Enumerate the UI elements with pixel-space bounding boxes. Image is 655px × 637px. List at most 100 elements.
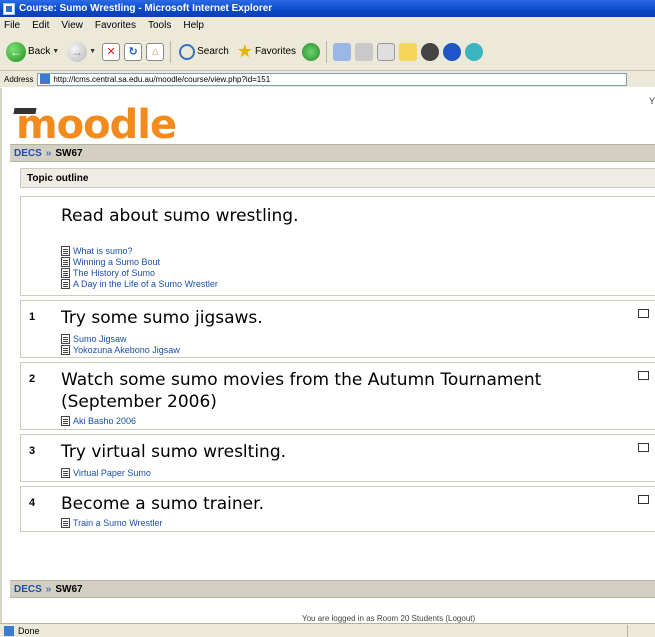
status-text: Done (18, 625, 40, 636)
menu-favorites[interactable]: Favorites (95, 20, 136, 31)
resource-label: A Day in the Life of a Sumo Wrestler (73, 278, 218, 289)
resource-label: Virtual Paper Sumo (73, 467, 151, 478)
resource-link[interactable]: Train a Sumo Wrestler (61, 517, 163, 528)
section-summary: Try some sumo jigsaws. (61, 308, 263, 328)
menu-file[interactable]: File (4, 20, 20, 31)
movie-icon (61, 415, 70, 426)
resource-label: Sumo Jigsaw (73, 333, 127, 344)
logged-in-info: You are logged in as Room 20 Students (L… (302, 614, 476, 623)
favorites-button[interactable]: ★ Favorites (235, 39, 298, 65)
toolbar-separator (326, 40, 328, 63)
breadcrumb-root-link[interactable]: DECS (14, 148, 42, 159)
address-label: Address (4, 74, 34, 84)
topic-outline-header: Topic outline (20, 168, 655, 188)
resource-label: Yokozuna Akebono Jigsaw (73, 344, 180, 355)
search-button[interactable]: Search (177, 39, 231, 65)
section-summary: Read about sumo wrestling. (61, 206, 299, 226)
highlight-checkbox[interactable] (638, 443, 649, 452)
topic-section-1: 1 Try some sumo jigsaws. Sumo Jigsaw Yok… (20, 300, 655, 358)
resource-link[interactable]: What is sumo? (61, 245, 133, 256)
breadcrumb-current: SW67 (55, 583, 83, 595)
breadcrumb: DECS » SW67 (10, 144, 655, 162)
browser-toolbar: ← Back ▼ → ▼ ✕ ↻ ⌂ Search ★ Favorites (0, 33, 655, 71)
search-icon (179, 43, 196, 60)
back-button[interactable]: ← Back ▼ (4, 39, 61, 65)
section-number: 2 (29, 373, 36, 385)
breadcrumb-separator: » (45, 583, 52, 595)
status-bar: Done (0, 623, 655, 637)
bluetooth-icon[interactable] (443, 42, 462, 61)
refresh-icon[interactable]: ↻ (124, 42, 143, 61)
messenger-icon[interactable] (465, 42, 484, 61)
toolbar-separator (170, 40, 172, 63)
document-icon (61, 467, 70, 478)
resource-link[interactable]: The History of Sumo (61, 267, 155, 278)
resource-label: Aki Basho 2006 (73, 415, 137, 426)
menu-help[interactable]: Help (183, 20, 204, 31)
document-icon (61, 278, 70, 289)
star-icon: ★ (236, 41, 253, 61)
address-url: http://lcms.central.sa.edu.au/moodle/cou… (53, 74, 271, 84)
history-icon[interactable] (302, 42, 321, 61)
search-label: Search (197, 46, 229, 57)
document-icon (61, 267, 70, 278)
topic-section-3: 3 Try virtual sumo wreslting. Virtual Pa… (20, 434, 655, 482)
resource-label: What is sumo? (73, 245, 133, 256)
document-icon (61, 245, 70, 256)
highlight-checkbox[interactable] (638, 495, 649, 504)
mail-icon[interactable] (333, 42, 352, 61)
home-icon[interactable]: ⌂ (146, 42, 165, 61)
resource-link[interactable]: Aki Basho 2006 (61, 415, 136, 426)
outline-title: Topic outline (27, 172, 89, 184)
favorites-label: Favorites (254, 46, 297, 57)
resource-link[interactable]: A Day in the Life of a Sumo Wrestler (61, 278, 218, 289)
status-panel (627, 625, 655, 637)
window-title: Course: Sumo Wrestling - Microsoft Inter… (19, 3, 273, 14)
tools-icon[interactable] (421, 42, 440, 61)
jigsaw-icon (61, 344, 70, 355)
section-number: 1 (29, 311, 36, 323)
page-icon (40, 74, 51, 84)
dropdown-arrow-icon[interactable]: ▼ (89, 48, 96, 55)
forward-button[interactable]: → ▼ (65, 39, 98, 65)
page-content: moodle Y DECS » SW67 Topic outline Read … (0, 88, 655, 623)
menu-view[interactable]: View (61, 20, 83, 31)
section-number: 3 (29, 445, 36, 457)
note-icon[interactable] (399, 42, 418, 61)
menu-tools[interactable]: Tools (148, 20, 171, 31)
topic-section-2: 2 Watch some sumo movies from the Autumn… (20, 362, 655, 430)
ie-icon (3, 2, 15, 15)
highlight-checkbox[interactable] (638, 309, 649, 318)
dropdown-arrow-icon[interactable]: ▼ (52, 48, 59, 55)
address-bar: Address http://lcms.central.sa.edu.au/mo… (0, 71, 655, 87)
resource-label: Winning a Sumo Bout (73, 256, 161, 267)
print-icon[interactable] (355, 42, 374, 61)
logo-text: moodle (16, 102, 177, 148)
moodle-logo[interactable]: moodle (16, 102, 177, 148)
highlight-checkbox[interactable] (638, 371, 649, 380)
graduation-cap-icon (13, 108, 37, 114)
back-arrow-icon: ← (6, 41, 26, 62)
stop-icon[interactable]: ✕ (102, 42, 121, 61)
resource-link[interactable]: Yokozuna Akebono Jigsaw (61, 344, 180, 355)
resource-label: Train a Sumo Wrestler (73, 517, 163, 528)
document-icon (61, 517, 70, 528)
document-icon (61, 256, 70, 267)
breadcrumb-current: SW67 (55, 147, 83, 159)
page-done-icon (4, 625, 14, 636)
section-summary: Watch some sumo movies from the Autumn T… (61, 370, 542, 412)
menu-edit[interactable]: Edit (32, 20, 49, 31)
forward-arrow-icon: → (67, 41, 88, 62)
login-info-top: Y (648, 96, 655, 106)
edit-icon[interactable] (377, 42, 396, 61)
breadcrumb-separator: » (45, 147, 52, 159)
address-input[interactable]: http://lcms.central.sa.edu.au/moodle/cou… (37, 72, 628, 86)
breadcrumb-root-link[interactable]: DECS (14, 584, 42, 595)
section-summary: Become a sumo trainer. (61, 494, 264, 514)
topic-section-4: 4 Become a sumo trainer. Train a Sumo Wr… (20, 486, 655, 532)
resource-label: The History of Sumo (73, 267, 156, 278)
resource-link[interactable]: Sumo Jigsaw (61, 333, 127, 344)
footer-breadcrumb: DECS » SW67 (10, 580, 655, 598)
resource-link[interactable]: Virtual Paper Sumo (61, 467, 151, 478)
resource-link[interactable]: Winning a Sumo Bout (61, 256, 160, 267)
